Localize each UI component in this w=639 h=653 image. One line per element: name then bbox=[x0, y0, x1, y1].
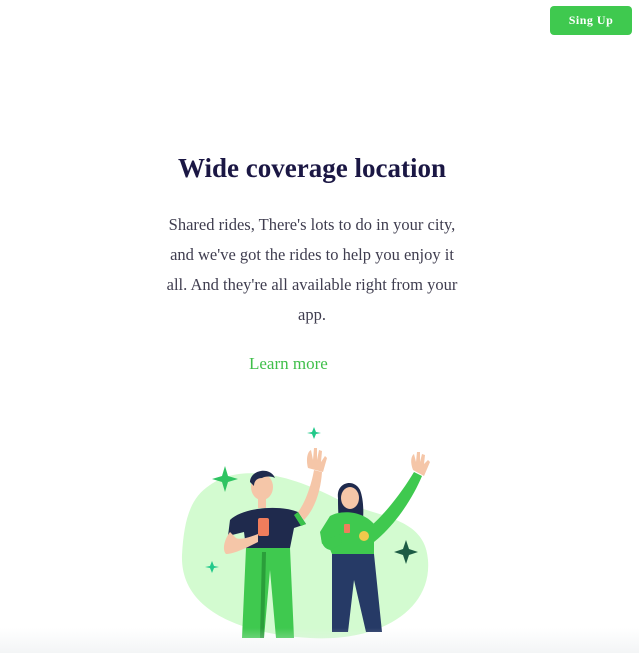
man-hand bbox=[307, 448, 327, 472]
background-blob bbox=[181, 473, 429, 639]
bottom-fade bbox=[0, 628, 639, 653]
signup-button[interactable]: Sing Up bbox=[550, 6, 632, 35]
feature-description: Shared rides, There's lots to do in your… bbox=[166, 215, 458, 324]
feature-title: Wide coverage location bbox=[178, 153, 446, 183]
learn-more-link[interactable]: Learn more bbox=[249, 354, 328, 374]
medal-icon bbox=[359, 531, 369, 541]
sparkle-icon bbox=[307, 427, 321, 439]
woman-head bbox=[341, 487, 359, 509]
phone-icon bbox=[258, 518, 269, 536]
people-celebrating-illustration bbox=[181, 427, 430, 639]
